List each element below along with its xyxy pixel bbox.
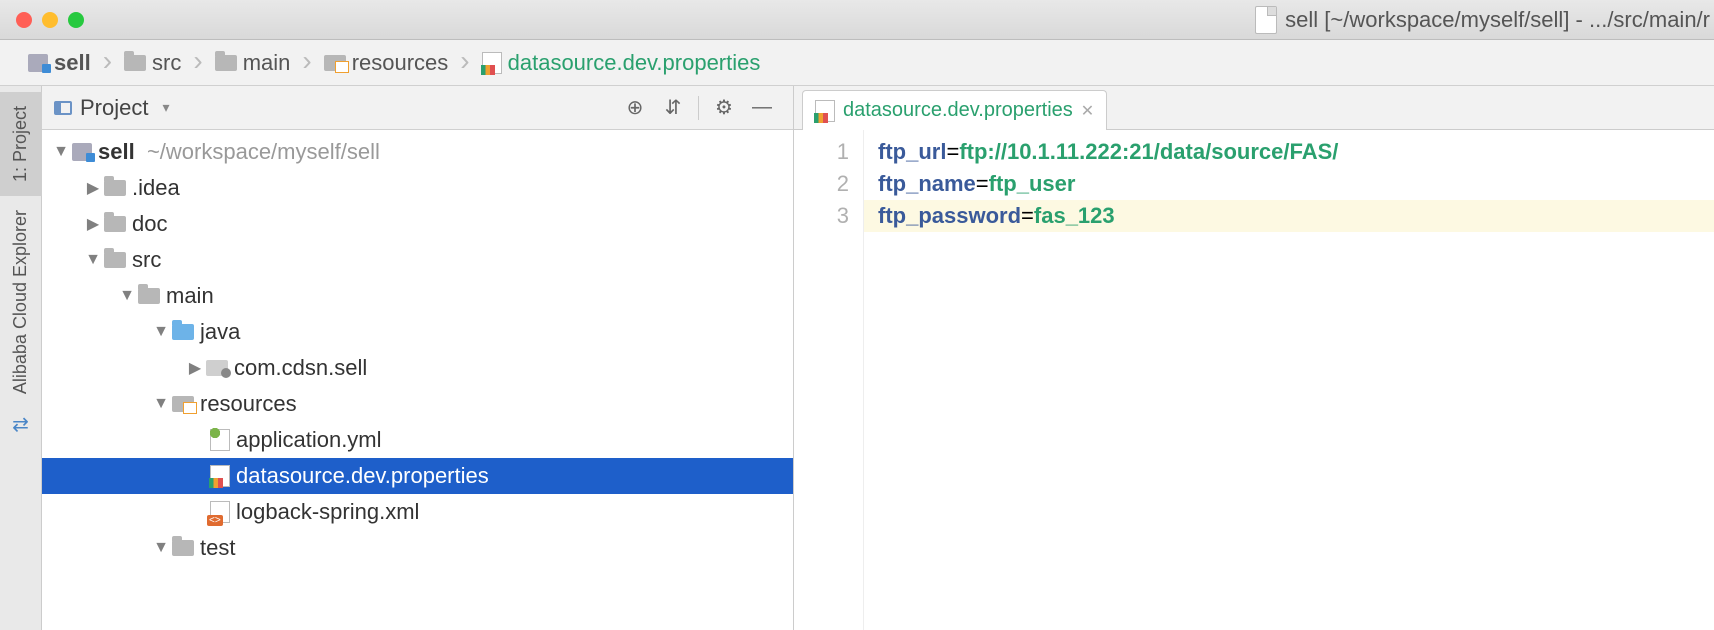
project-panel: Project ▾ ⊕ ⇵ ⚙ — ▼ sell ~/workspace/mys… <box>42 86 794 630</box>
panel-title: Project <box>80 95 148 121</box>
chevron-down-icon[interactable]: ▼ <box>150 539 172 557</box>
tree-file-logback-xml[interactable]: logback-spring.xml <box>42 494 793 530</box>
file-icon <box>1255 6 1277 34</box>
hide-icon[interactable]: — <box>747 93 777 123</box>
gear-icon[interactable]: ⚙ <box>709 93 739 123</box>
project-tree[interactable]: ▼ sell ~/workspace/myself/sell ▶ .idea ▶… <box>42 130 793 630</box>
tree-item-test[interactable]: ▼ test <box>42 530 793 566</box>
chevron-right-icon[interactable]: ▶ <box>184 358 206 378</box>
tab-label: datasource.dev.properties <box>843 99 1073 122</box>
folder-icon <box>172 540 194 556</box>
sidebar-tab-alibaba[interactable]: Alibaba Cloud Explorer <box>0 196 42 408</box>
code-content[interactable]: ftp_url=ftp://10.1.11.222:21/data/source… <box>864 130 1714 630</box>
tree-file-application-yml[interactable]: application.yml <box>42 422 793 458</box>
code-line-active: ftp_password=fas_123 <box>864 200 1714 232</box>
tree-item-package[interactable]: ▶ com.cdsn.sell <box>42 350 793 386</box>
titlebar: sell [~/workspace/myself/sell] - .../src… <box>0 0 1714 40</box>
sidebar-tab-project[interactable]: 1: Project <box>0 92 42 196</box>
crumb-main[interactable]: main <box>209 48 297 78</box>
cloud-icon: ⇄ <box>12 408 29 441</box>
breadcrumb: sell › src › main › resources › datasour… <box>0 40 1714 86</box>
module-icon <box>28 54 48 72</box>
tree-item-idea[interactable]: ▶ .idea <box>42 170 793 206</box>
window-title: sell [~/workspace/myself/sell] - .../src… <box>1285 7 1710 33</box>
locate-icon[interactable]: ⊕ <box>620 93 650 123</box>
code-line: ftp_name=ftp_user <box>878 168 1704 200</box>
properties-file-icon <box>482 52 502 74</box>
chevron-down-icon[interactable]: ▼ <box>116 287 138 305</box>
folder-icon <box>104 180 126 196</box>
tree-item-doc[interactable]: ▶ doc <box>42 206 793 242</box>
tree-file-datasource-properties[interactable]: datasource.dev.properties <box>42 458 793 494</box>
crumb-sell[interactable]: sell <box>22 48 97 78</box>
tree-item-resources[interactable]: ▼ resources <box>42 386 793 422</box>
chevron-down-icon[interactable]: ▼ <box>150 395 172 413</box>
editor-area: datasource.dev.properties ✕ 1 2 3 ftp_ur… <box>794 86 1714 630</box>
panel-icon <box>54 101 72 115</box>
divider <box>698 96 699 120</box>
zoom-window-icon[interactable] <box>68 12 84 28</box>
folder-icon <box>104 216 126 232</box>
folder-icon <box>104 252 126 268</box>
crumb-file[interactable]: datasource.dev.properties <box>476 48 767 78</box>
code-line: ftp_url=ftp://10.1.11.222:21/data/source… <box>878 136 1704 168</box>
folder-icon <box>138 288 160 304</box>
source-folder-icon <box>172 324 194 340</box>
yaml-file-icon <box>210 429 230 451</box>
code-editor[interactable]: 1 2 3 ftp_url=ftp://10.1.11.222:21/data/… <box>794 130 1714 630</box>
chevron-down-icon[interactable]: ▼ <box>150 323 172 341</box>
folder-icon <box>124 55 146 71</box>
module-icon <box>72 143 92 161</box>
xml-file-icon <box>210 501 230 523</box>
crumb-src[interactable]: src <box>118 48 187 78</box>
package-icon <box>206 360 228 376</box>
close-window-icon[interactable] <box>16 12 32 28</box>
resources-folder-icon <box>324 55 346 71</box>
tree-item-src[interactable]: ▼ src <box>42 242 793 278</box>
tree-root[interactable]: ▼ sell ~/workspace/myself/sell <box>42 134 793 170</box>
window-controls <box>16 12 84 28</box>
tree-item-main[interactable]: ▼ main <box>42 278 793 314</box>
left-gutter: 1: Project Alibaba Cloud Explorer ⇄ <box>0 86 42 630</box>
folder-icon <box>215 55 237 71</box>
line-number-gutter: 1 2 3 <box>794 130 864 630</box>
editor-tabs: datasource.dev.properties ✕ <box>794 86 1714 130</box>
tree-item-java[interactable]: ▼ java <box>42 314 793 350</box>
project-panel-header: Project ▾ ⊕ ⇵ ⚙ — <box>42 86 793 130</box>
minimize-window-icon[interactable] <box>42 12 58 28</box>
close-icon[interactable]: ✕ <box>1081 101 1094 121</box>
properties-file-icon <box>815 100 835 122</box>
collapse-all-icon[interactable]: ⇵ <box>658 93 688 123</box>
chevron-down-icon[interactable]: ▼ <box>82 251 104 269</box>
chevron-right-icon[interactable]: ▶ <box>82 214 104 234</box>
crumb-resources[interactable]: resources <box>318 48 455 78</box>
properties-file-icon <box>210 465 230 487</box>
chevron-down-icon[interactable]: ▼ <box>50 143 72 161</box>
editor-tab-datasource[interactable]: datasource.dev.properties ✕ <box>802 90 1107 130</box>
chevron-right-icon[interactable]: ▶ <box>82 178 104 198</box>
resources-folder-icon <box>172 396 194 412</box>
chevron-down-icon[interactable]: ▾ <box>162 99 169 116</box>
